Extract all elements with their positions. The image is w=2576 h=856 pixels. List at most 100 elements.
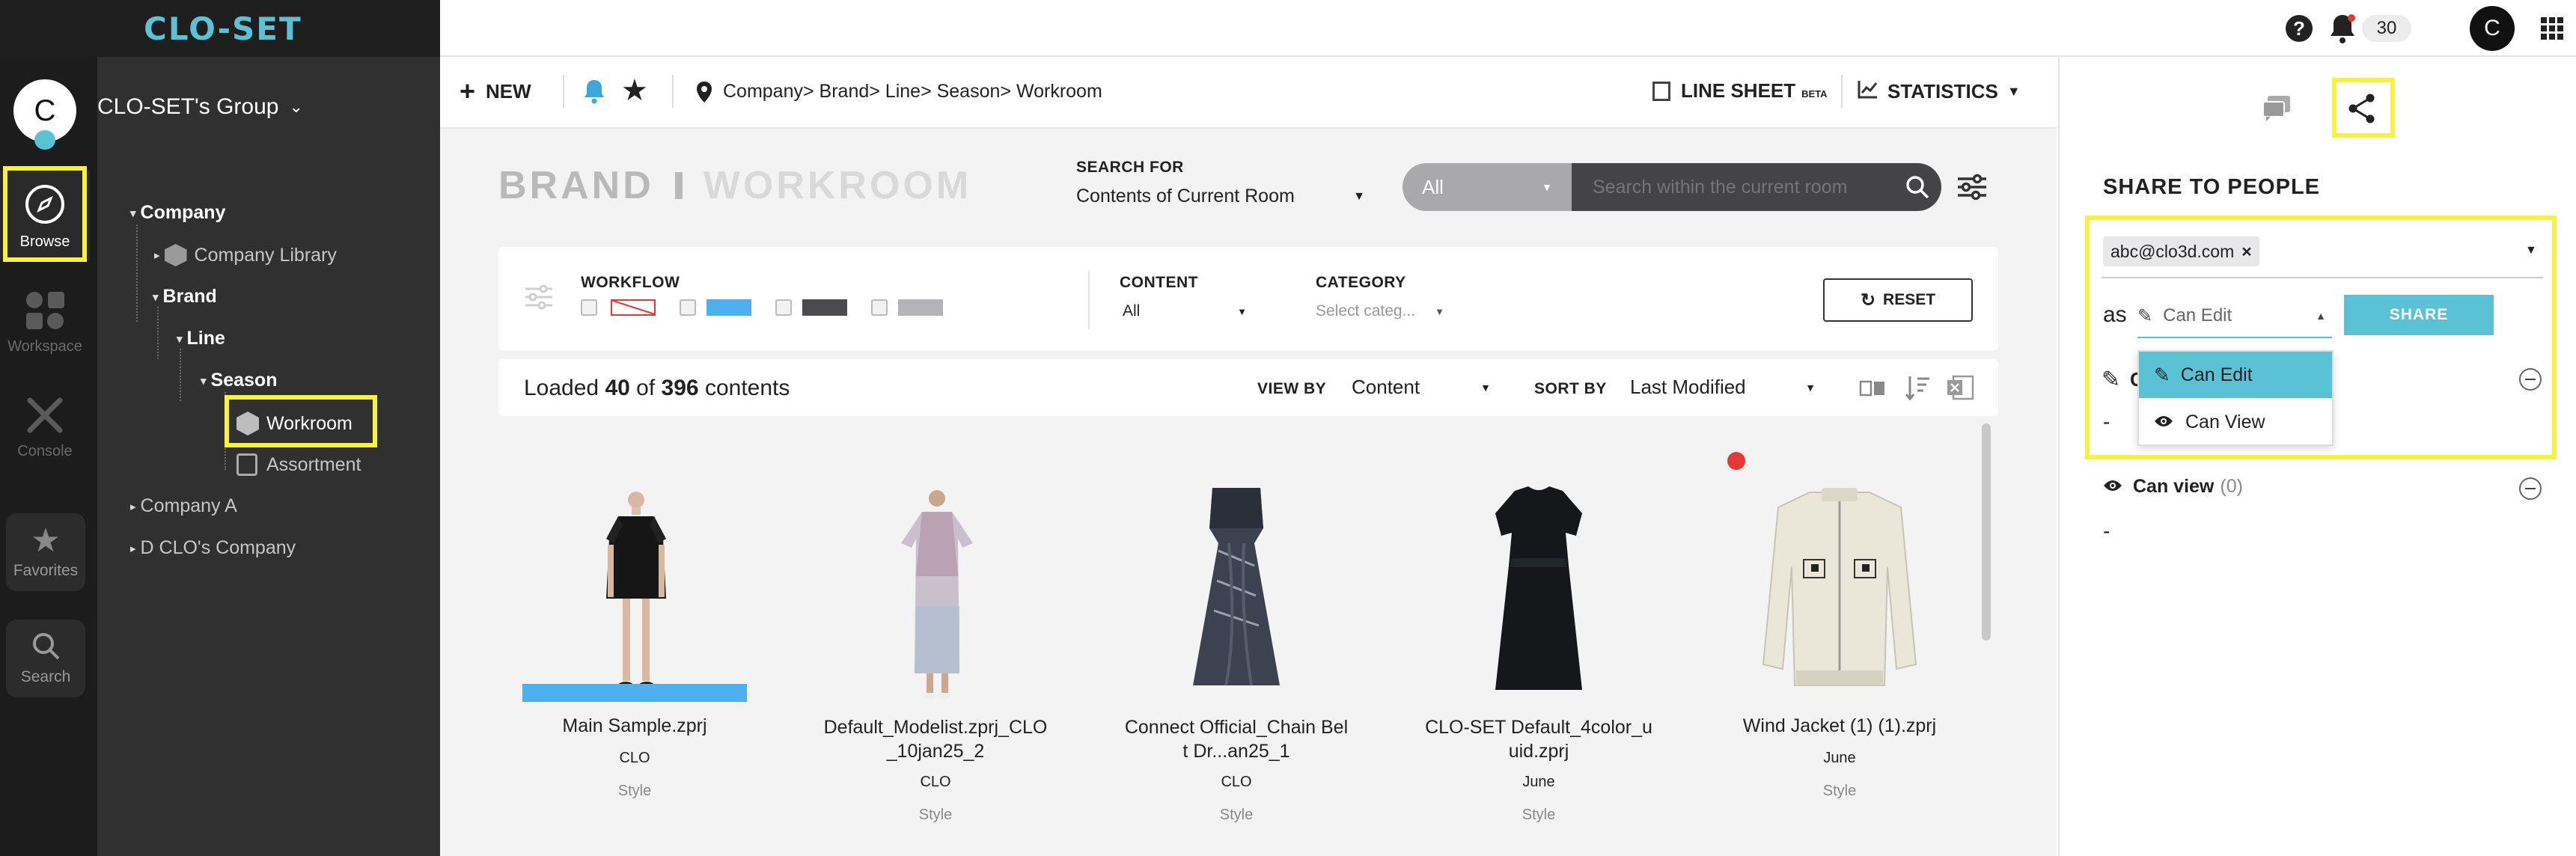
- view-by-label: VIEW BY: [1257, 380, 1327, 397]
- item-title[interactable]: Default_Modelist.zprj_CLO _10jan25_2: [816, 715, 1055, 763]
- workflow-checkbox[interactable]: [581, 299, 597, 316]
- unread-dot: [1727, 452, 1745, 470]
- search-input[interactable]: [1572, 163, 1941, 211]
- item-type: Style: [617, 783, 652, 799]
- workroom-highlight: [225, 395, 377, 447]
- category-label: CATEGORY: [1316, 274, 1406, 291]
- search-for-label: SEARCH FOR: [1076, 159, 1184, 176]
- share-form-highlight: [2085, 215, 2557, 459]
- filter-divider: [1088, 271, 1090, 329]
- tree-item-company-library[interactable]: ▸ Company Library: [154, 244, 337, 266]
- sort-order-icon[interactable]: [1904, 374, 1931, 405]
- item-title[interactable]: Connect Official_Chain Bel t Dr...an25_1: [1117, 715, 1356, 763]
- tree-item-brand[interactable]: ▾ Brand: [153, 286, 217, 308]
- share-icon-highlight: [2332, 78, 2395, 138]
- tree-item-season[interactable]: ▾ Season: [201, 370, 277, 391]
- item-thumbnail[interactable]: [853, 486, 1018, 703]
- filter-settings-icon[interactable]: [1956, 174, 1988, 204]
- nav-favorites[interactable]: ★ Favorites: [6, 513, 85, 591]
- item-thumbnail[interactable]: [554, 486, 718, 696]
- loaded-count-text: Loaded 40 of 396 contents: [524, 376, 790, 400]
- nav-search[interactable]: Search: [6, 620, 85, 697]
- item-thumbnail[interactable]: [1456, 483, 1621, 700]
- reset-button[interactable]: ↻ RESET: [1823, 278, 1973, 322]
- item-type: Style: [1219, 807, 1254, 823]
- toolbar-divider: [1841, 75, 1843, 108]
- topbar: [440, 0, 2576, 57]
- notification-count[interactable]: 30: [2362, 15, 2411, 42]
- item-title[interactable]: CLO-SET Default_4color_u uid.zprj: [1419, 715, 1658, 763]
- excel-export-icon[interactable]: [1946, 374, 1974, 405]
- item-owner: CLO: [920, 774, 951, 790]
- app-logo[interactable]: CLO-SET: [144, 10, 302, 47]
- comments-icon[interactable]: [2262, 94, 2292, 126]
- item-title[interactable]: Wind Jacket (1) (1).zprj: [1720, 715, 1959, 737]
- tree-guide: [180, 349, 181, 401]
- notification-bell-icon[interactable]: [2328, 12, 2357, 45]
- workflow-status-bar: [522, 684, 747, 702]
- location-pin-icon: [696, 81, 712, 107]
- tree-guide: [136, 224, 138, 322]
- toolbar-divider: [563, 75, 564, 108]
- group-name: CLO-SET's Group: [97, 94, 279, 119]
- content-select[interactable]: All ▼: [1123, 302, 1247, 320]
- line-sheet-icon: [1652, 81, 1670, 101]
- brand-title: BRAND: [498, 164, 654, 207]
- item-owner: June: [1522, 774, 1555, 790]
- search-for-select[interactable]: Contents of Current Room ▼: [1076, 186, 1365, 207]
- filter-card: [498, 247, 1998, 350]
- category-select[interactable]: Select categ... ▼: [1316, 302, 1444, 320]
- new-button[interactable]: + NEW: [460, 78, 531, 105]
- workflow-swatch-blue: [706, 299, 751, 316]
- statistics-button[interactable]: STATISTICS ▼: [1858, 79, 2021, 104]
- collapse-view-icon[interactable]: [2519, 477, 2542, 500]
- item-type: Style: [1822, 783, 1857, 799]
- sort-by-select[interactable]: Last Modified ▼: [1630, 376, 1816, 399]
- view-by-select[interactable]: Content ▼: [1352, 376, 1491, 399]
- caret-down-icon: ▼: [1480, 381, 1491, 394]
- breadcrumb[interactable]: Company> Brand> Line> Season> Workroom: [723, 81, 1102, 103]
- item-owner: CLO: [1221, 774, 1252, 790]
- tree-item-d-clos-company[interactable]: ▸ D CLO's Company: [130, 537, 296, 559]
- tools-icon: [22, 392, 68, 438]
- plus-icon: +: [460, 76, 476, 106]
- item-title[interactable]: Main Sample.zprj: [522, 715, 747, 737]
- search-scope-select[interactable]: All ▼: [1403, 163, 1572, 211]
- view-toggle-icon[interactable]: [1859, 379, 1886, 402]
- user-avatar[interactable]: C: [2470, 6, 2515, 51]
- content-scrollbar[interactable]: [1982, 424, 1991, 641]
- item-thumbnail[interactable]: [1747, 485, 1932, 702]
- item-thumbnail[interactable]: [1154, 483, 1319, 700]
- workflow-label: WORKFLOW: [581, 274, 680, 291]
- caret-down-icon: ▼: [2006, 84, 2021, 99]
- group-selector[interactable]: CLO-SET's Group ⌄: [97, 94, 303, 120]
- workflow-checkbox[interactable]: [775, 299, 792, 316]
- workflow-filter[interactable]: [581, 299, 943, 316]
- caret-down-icon: ▼: [1542, 181, 1552, 193]
- nav-workspace[interactable]: Workspace: [0, 287, 90, 355]
- line-sheet-button[interactable]: LINE SHEET BETA: [1652, 79, 1828, 103]
- help-icon[interactable]: ?: [2286, 15, 2313, 42]
- workflow-checkbox[interactable]: [871, 299, 888, 316]
- tree-item-assortment[interactable]: Assortment: [236, 453, 361, 476]
- nav-console[interactable]: Console: [0, 392, 90, 460]
- toolbar-divider: [672, 75, 674, 108]
- nav-favorites-label: Favorites: [13, 562, 79, 579]
- workflow-checkbox[interactable]: [680, 299, 696, 316]
- bell-icon[interactable]: [582, 78, 606, 108]
- star-icon: ★: [31, 522, 61, 559]
- nav-console-label: Console: [17, 443, 73, 459]
- tree-item-company[interactable]: ▾ Company: [130, 202, 225, 224]
- star-icon[interactable]: ★: [621, 73, 648, 108]
- share-title: SHARE TO PEOPLE: [2103, 175, 2321, 199]
- search-icon[interactable]: [1904, 174, 1931, 204]
- view-list-empty: -: [2103, 519, 2110, 542]
- tree-item-line[interactable]: ▾ Line: [177, 328, 225, 349]
- tree-guide: [157, 307, 159, 359]
- apps-grid-icon[interactable]: [2540, 16, 2564, 40]
- caret-down-icon: ▼: [1435, 305, 1444, 317]
- eye-icon: [2103, 476, 2122, 498]
- filter-sliders-icon[interactable]: [524, 284, 554, 314]
- beta-badge: BETA: [1801, 88, 1828, 100]
- tree-item-company-a[interactable]: ▸ Company A: [130, 495, 237, 517]
